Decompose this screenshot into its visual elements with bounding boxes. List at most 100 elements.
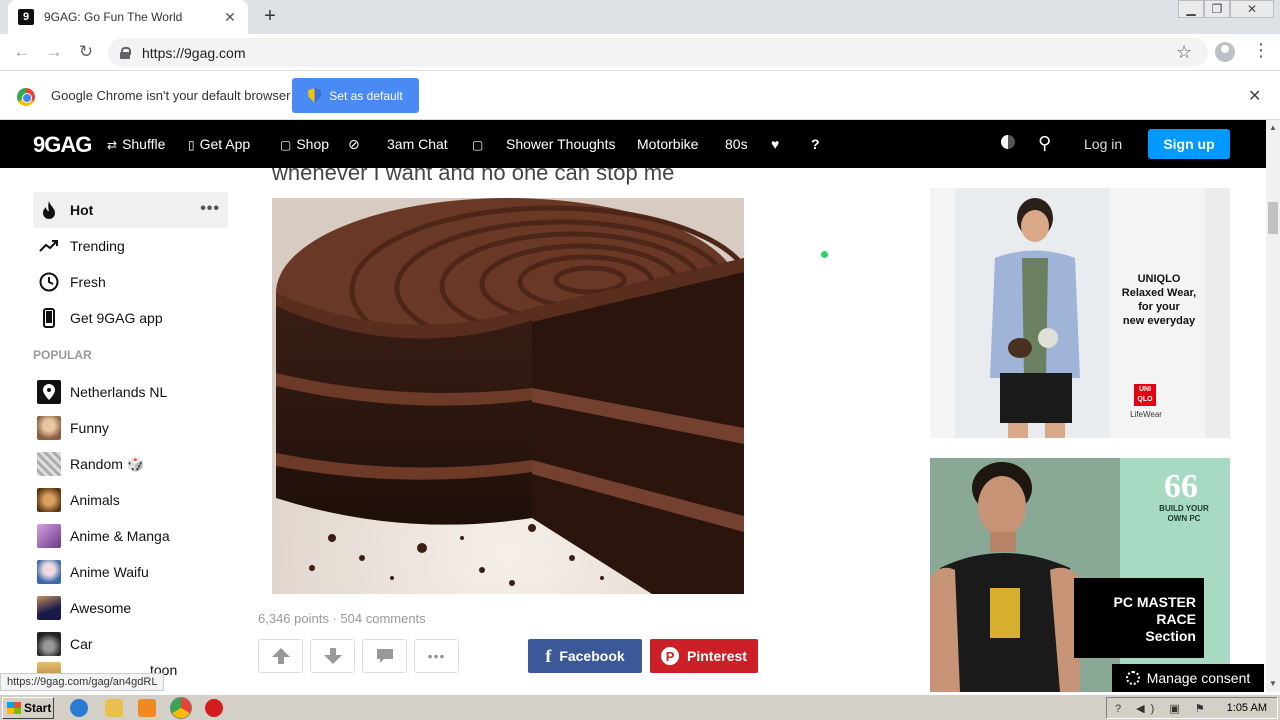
nav-motorbike[interactable]: Motorbike — [637, 136, 698, 152]
sidebar-item-funny[interactable]: Funny — [33, 410, 228, 446]
sidebar-item-netherlands[interactable]: Netherlands NL — [33, 374, 228, 410]
close-tab-icon[interactable]: ✕ — [222, 9, 238, 26]
build-your-text: BUILD YOUR — [1159, 504, 1209, 513]
login-link[interactable]: Log in — [1084, 136, 1122, 152]
nav-favorites[interactable]: ♥ — [771, 136, 779, 152]
system-tray: ? ◀) ▣ ⚑ 1:05 AM — [1106, 697, 1278, 719]
profile-avatar-icon[interactable] — [1215, 42, 1235, 62]
pc-master-race-ad[interactable]: 66 BUILD YOUR OWN PC PC MASTER RACE Sect… — [930, 458, 1230, 692]
chrome-menu-icon[interactable]: ⋮ — [1252, 40, 1270, 61]
sidebar-item-anime-waifu[interactable]: Anime Waifu — [33, 554, 228, 590]
nav-help[interactable]: ? — [811, 136, 820, 152]
upvote-button[interactable] — [258, 639, 303, 673]
scrollbar-thumb[interactable] — [1268, 202, 1278, 234]
sidebar-item-animals[interactable]: Animals — [33, 482, 228, 518]
sidebar-item-trending[interactable]: Trending — [33, 228, 228, 264]
left-sidebar: Hot ••• Trending Fresh Get 9GAG app POPU… — [33, 192, 228, 682]
comments-count[interactable]: 504 comments — [340, 611, 425, 626]
reload-button[interactable]: ↻ — [74, 40, 98, 64]
chrome-taskbar-icon[interactable] — [170, 697, 192, 719]
opera-icon[interactable] — [205, 699, 223, 717]
downvote-button[interactable] — [310, 639, 355, 673]
window-close-button[interactable]: ✕ — [1230, 0, 1274, 18]
sidebar-item-label: Get 9GAG app — [70, 310, 163, 326]
sidebar-item-label: Awesome — [70, 600, 132, 616]
uniqlo-line-3: for your — [1138, 301, 1180, 313]
folder-icon[interactable] — [105, 699, 123, 717]
set-as-default-button[interactable]: Set as default — [292, 78, 419, 113]
browser-tab[interactable]: 9 9GAG: Go Fun The World ✕ — [8, 0, 248, 34]
comment-button[interactable] — [362, 639, 407, 673]
nav-shower-thoughts-label: Shower Thoughts — [506, 136, 616, 152]
pcmr-title-line2: Section — [1145, 628, 1196, 644]
infobar-close-icon[interactable]: ✕ — [1248, 86, 1261, 106]
fire-icon — [37, 198, 61, 222]
nav-shower-thoughts[interactable]: Shower Thoughts — [506, 136, 615, 152]
post-image[interactable] — [272, 198, 744, 594]
nav-80s[interactable]: 80s — [725, 136, 748, 152]
sidebar-item-fresh[interactable]: Fresh — [33, 264, 228, 300]
tab-strip: 9 9GAG: Go Fun The World ✕ + ▁ ❐ ✕ — [0, 0, 1280, 34]
forward-button[interactable]: → — [42, 40, 66, 64]
share-pinterest-button[interactable]: P Pinterest — [650, 639, 758, 673]
windows-taskbar: Start ? ◀) ▣ ⚑ 1:05 AM — [0, 694, 1280, 720]
share-facebook-button[interactable]: f Facebook — [528, 639, 642, 673]
gear-icon — [1125, 671, 1140, 685]
scroll-down-arrow-icon[interactable]: ▼ — [1266, 679, 1280, 688]
shuffle-icon: ⇄ — [107, 138, 118, 152]
sidebar-item-awesome[interactable]: Awesome — [33, 590, 228, 626]
uniqlo-ad[interactable]: UNIQLO Relaxed Wear, for your new everyd… — [930, 188, 1230, 438]
media-player-icon[interactable] — [138, 699, 156, 717]
nav-get-app-label: Get App — [199, 136, 251, 152]
internet-explorer-icon[interactable] — [70, 699, 88, 717]
nav-nsfw[interactable]: ⊘ — [348, 136, 360, 153]
uniqlo-tagline: UNIQLO Relaxed Wear, for your new everyd… — [1116, 272, 1202, 328]
uniqlo-line-1: UNIQLO — [1137, 273, 1181, 285]
search-icon[interactable]: ⚲ — [1038, 133, 1051, 154]
facebook-label: Facebook — [559, 648, 625, 664]
new-tab-button[interactable]: + — [258, 4, 282, 28]
manage-consent-button[interactable]: Manage consent — [1112, 664, 1264, 692]
site-header: 9GAG ⇄ Shuffle ▯ Get App ▢ Shop ⊘ 3am Chat … — [0, 120, 1266, 258]
points-count[interactable]: 6,346 points — [258, 611, 329, 626]
browser-toolbar: ← → ↻ https://9gag.com ☆ ⋮ — [0, 34, 1280, 71]
minimize-button[interactable]: ▁ — [1178, 0, 1204, 18]
link-status-bar: https://9gag.com/gag/an4gdRL — [0, 673, 165, 691]
restore-button[interactable]: ❐ — [1204, 0, 1230, 18]
scroll-up-arrow-icon[interactable]: ▲ — [1266, 123, 1280, 132]
signup-button[interactable]: Sign up — [1148, 129, 1230, 159]
trending-icon — [37, 234, 61, 258]
nav-get-app[interactable]: ▯ Get App — [188, 136, 250, 152]
back-button[interactable]: ← — [10, 40, 34, 64]
sidebar-item-label: Trending — [70, 238, 125, 254]
sidebar-item-get-app[interactable]: Get 9GAG app — [33, 300, 228, 336]
url-text: https://9gag.com — [142, 44, 246, 61]
uniqlo-line-4: new everyday — [1122, 315, 1196, 327]
chocolate-cake-image — [272, 198, 744, 594]
nav-shop[interactable]: ▢ Shop — [280, 136, 329, 152]
dark-mode-toggle-icon[interactable] — [1001, 135, 1015, 149]
windows-logo-icon — [7, 702, 21, 714]
chrome-logo-icon — [17, 88, 35, 106]
sidebar-item-hot[interactable]: Hot ••• — [33, 192, 228, 228]
sidebar-item-anime-manga[interactable]: Anime & Manga — [33, 518, 228, 554]
start-button[interactable]: Start — [2, 697, 54, 719]
more-options-icon[interactable]: ••• — [200, 200, 220, 218]
nav-shuffle[interactable]: ⇄ Shuffle — [107, 136, 165, 152]
more-actions-button[interactable]: ••• — [414, 639, 459, 673]
nav-box[interactable]: ▢ — [472, 136, 488, 152]
clock-icon — [37, 270, 61, 294]
sidebar-item-random[interactable]: Random 🎲 — [33, 446, 228, 482]
phone-icon: ▯ — [188, 138, 195, 152]
nav-3am-chat[interactable]: 3am Chat — [387, 136, 448, 152]
bookmark-star-icon[interactable]: ☆ — [1176, 42, 1192, 63]
tab-title: 9GAG: Go Fun The World — [44, 10, 183, 24]
9gag-logo[interactable]: 9GAG — [33, 132, 92, 158]
address-bar[interactable]: https://9gag.com — [108, 38, 1208, 67]
nav-shop-label: Shop — [296, 136, 330, 152]
clock: 1:05 AM — [1226, 702, 1267, 714]
heart-icon: ♥ — [771, 136, 780, 152]
pinterest-icon: P — [661, 647, 680, 665]
sidebar-item-car[interactable]: Car — [33, 626, 228, 662]
anime-waifu-thumbnail — [37, 560, 61, 584]
